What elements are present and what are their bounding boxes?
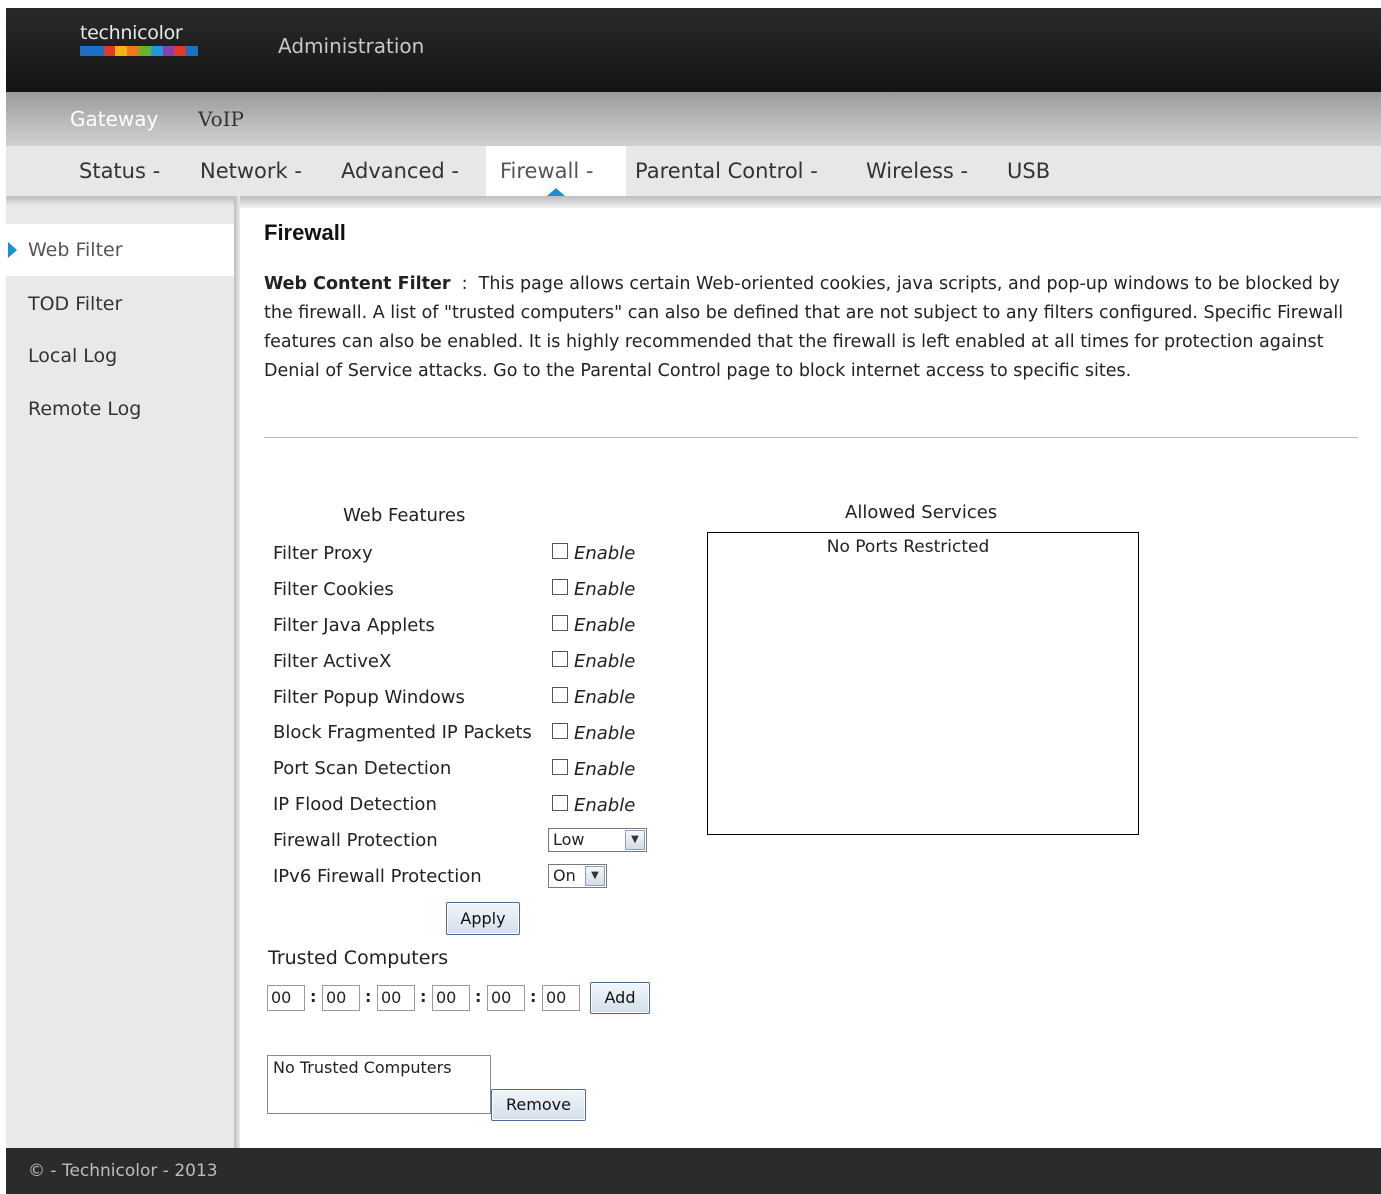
chevron-down-icon: ▼ [625, 830, 645, 850]
enable-label: Enable [574, 579, 636, 600]
logo-color-segment [103, 46, 116, 56]
logo-color-segment [115, 46, 128, 56]
trusted-computers-label: Trusted Computers [268, 947, 449, 969]
page-title: Firewall [264, 220, 346, 245]
firewall-protection-select[interactable]: Low ▼ [548, 828, 647, 852]
mac-separator: : [420, 987, 427, 1006]
allowed-services-list[interactable]: No Ports Restricted [707, 532, 1139, 835]
nav-wireless[interactable]: Wireless - [864, 146, 970, 196]
feature-label: Filter ActiveX [273, 651, 392, 672]
mac-octet-5-input[interactable]: 00 [487, 985, 525, 1011]
footer-copyright: © - Technicolor - 2013 [28, 1161, 218, 1181]
main-content: Firewall Web Content Filter : This page … [264, 220, 1364, 438]
sidebar-item-tod-filter[interactable]: TOD Filter [6, 278, 234, 330]
feature-label: Filter Java Applets [273, 615, 435, 636]
select-value: On [553, 866, 576, 885]
feature-label: Port Scan Detection [273, 758, 452, 779]
trusted-computers-list[interactable]: No Trusted Computers [267, 1055, 491, 1114]
mac-octet-4-input[interactable]: 00 [432, 985, 470, 1011]
feature-label: IP Flood Detection [273, 794, 437, 815]
logo-color-segment [186, 46, 198, 56]
active-indicator-icon [547, 188, 565, 196]
chevron-down-icon: ▼ [585, 866, 605, 886]
apply-button[interactable]: Apply [446, 902, 520, 935]
logo-color-segment [162, 46, 175, 56]
mac-separator: : [475, 987, 482, 1006]
enable-label: Enable [574, 543, 636, 564]
nav-firewall-label: Firewall - [500, 159, 594, 183]
add-trusted-button[interactable]: Add [590, 982, 650, 1014]
intro-heading: Web Content Filter [264, 274, 451, 294]
feature-label: Block Fragmented IP Packets [273, 722, 532, 743]
filter-popup-windows-checkbox[interactable] [552, 687, 568, 703]
logo-color-bar [80, 46, 198, 56]
technicolor-logo: technicolor [80, 22, 198, 56]
section-divider [264, 437, 1358, 438]
feature-label: Filter Cookies [273, 579, 394, 600]
main-navigation: Status - Network - Advanced - Firewall -… [6, 146, 1381, 196]
subnav-voip[interactable]: VoIP [198, 107, 244, 131]
enable-label: Enable [574, 795, 636, 816]
logo-color-segment [138, 46, 151, 56]
nav-network[interactable]: Network - [198, 146, 304, 196]
filter-activex-checkbox[interactable] [552, 651, 568, 667]
enable-label: Enable [574, 615, 636, 636]
ip-flood-detection-checkbox[interactable] [552, 795, 568, 811]
trusted-computers-empty: No Trusted Computers [273, 1058, 452, 1077]
logo-color-segment [150, 46, 163, 56]
footer: © - Technicolor - 2013 [6, 1148, 1381, 1194]
sidebar: Web Filter TOD Filter Local Log Remote L… [6, 206, 234, 1148]
allowed-services-heading: Allowed Services [845, 502, 998, 523]
select-value: Low [553, 830, 585, 849]
feature-label: Filter Popup Windows [273, 687, 465, 708]
mac-octet-3-input[interactable]: 00 [377, 985, 415, 1011]
mac-separator: : [530, 987, 537, 1006]
enable-label: Enable [574, 723, 636, 744]
enable-label: Enable [574, 651, 636, 672]
filter-proxy-checkbox[interactable] [552, 543, 568, 559]
allowed-services-empty: No Ports Restricted [826, 537, 990, 557]
logo-text: technicolor [80, 22, 183, 44]
subnav-gateway[interactable]: Gateway [70, 107, 158, 131]
feature-label: Filter Proxy [273, 543, 373, 564]
remove-trusted-button[interactable]: Remove [491, 1089, 586, 1121]
web-features-heading: Web Features [343, 505, 466, 526]
ipv6-firewall-label: IPv6 Firewall Protection [273, 866, 482, 887]
sidebar-item-remote-log[interactable]: Remote Log [6, 383, 234, 435]
enable-label: Enable [574, 687, 636, 708]
port-scan-detection-checkbox[interactable] [552, 759, 568, 775]
nav-status[interactable]: Status - [77, 146, 162, 196]
sidebar-item-label: Web Filter [28, 239, 123, 261]
nav-advanced[interactable]: Advanced - [339, 146, 461, 196]
mac-separator: : [365, 987, 372, 1006]
nav-firewall[interactable]: Firewall - [486, 146, 626, 196]
caret-right-icon [8, 242, 17, 258]
sub-navigation: Gateway VoIP [6, 92, 1381, 146]
header-bar: technicolor Administration [6, 8, 1381, 92]
block-fragmented-packets-checkbox[interactable] [552, 723, 568, 739]
intro-paragraph: Web Content Filter : This page allows ce… [264, 270, 1344, 386]
nav-parental-control[interactable]: Parental Control - [633, 146, 820, 196]
filter-java-applets-checkbox[interactable] [552, 615, 568, 631]
header-title: Administration [278, 34, 425, 58]
logo-color-segment [80, 46, 92, 56]
mac-octet-1-input[interactable]: 00 [267, 985, 305, 1011]
firewall-protection-label: Firewall Protection [273, 830, 438, 851]
logo-color-segment [174, 46, 187, 56]
sidebar-shadow [234, 196, 240, 1148]
mac-separator: : [310, 987, 317, 1006]
ipv6-firewall-select[interactable]: On ▼ [548, 864, 607, 888]
nav-usb[interactable]: USB [1005, 146, 1052, 196]
mac-octet-6-input[interactable]: 00 [542, 985, 580, 1011]
intro-separator: : [450, 274, 479, 294]
filter-cookies-checkbox[interactable] [552, 579, 568, 595]
sidebar-item-web-filter[interactable]: Web Filter [6, 224, 234, 276]
logo-color-segment [127, 46, 139, 56]
logo-color-segment [91, 46, 104, 56]
mac-octet-2-input[interactable]: 00 [322, 985, 360, 1011]
sidebar-item-local-log[interactable]: Local Log [6, 330, 234, 382]
enable-label: Enable [574, 759, 636, 780]
